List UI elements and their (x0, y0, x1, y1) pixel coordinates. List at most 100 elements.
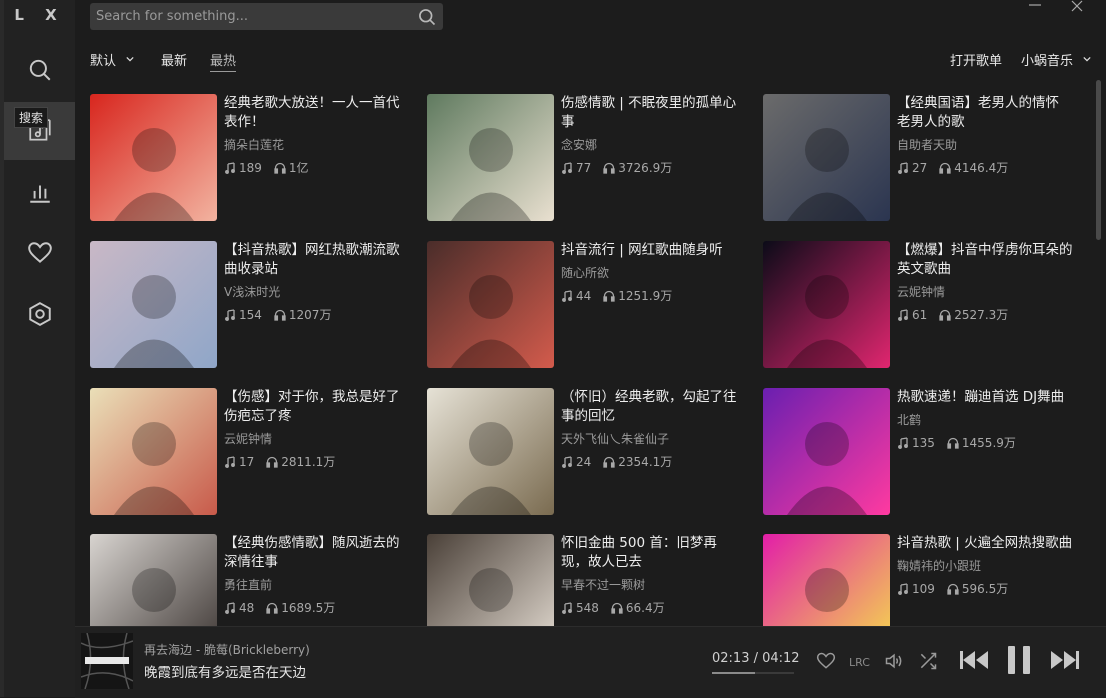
playlist-cover[interactable] (90, 534, 217, 626)
cover-art (787, 422, 867, 515)
sidebar-tooltip: 搜索 (14, 107, 49, 128)
shuffle-icon[interactable] (918, 651, 938, 671)
playlist-title[interactable]: 【经典伤感情歌】随风逝去的深情往事 (224, 534, 400, 572)
headphones-icon (274, 309, 286, 321)
playlist-cover[interactable] (763, 388, 890, 515)
playlist-cover[interactable] (427, 94, 554, 221)
app-logo: L X (14, 6, 65, 24)
headphones-icon (603, 290, 615, 302)
playlist-card[interactable]: 【燃爆】抖音中俘虏你耳朵的英文歌曲 云妮钟情 61 2527.3万 (763, 241, 1080, 368)
minimize-icon[interactable] (1025, 0, 1045, 14)
playlist-cover[interactable] (763, 534, 890, 626)
sidebar-item-favorites[interactable] (4, 224, 75, 282)
playlist-info: 伤感情歌 | 不眠夜里的孤单心事 念安娜 77 3726.9万 (561, 94, 737, 176)
playlist-author: 随心所欲 (561, 266, 610, 280)
heart-icon[interactable] (816, 651, 836, 671)
headphones-icon (266, 602, 278, 614)
playlist-play-count: 3726.9万 (618, 161, 673, 175)
tab-hottest[interactable]: 最热 (210, 50, 237, 72)
previous-icon[interactable] (959, 648, 989, 672)
search-input[interactable] (90, 3, 422, 30)
playlist-cover[interactable] (427, 241, 554, 368)
music-note-icon (898, 308, 908, 321)
music-note-icon (898, 582, 908, 595)
progress-bar[interactable] (712, 672, 794, 674)
playlist-author: 自助者天助 (897, 138, 958, 152)
playlist-title[interactable]: 伤感情歌 | 不眠夜里的孤单心事 (561, 94, 737, 132)
sidebar-item-settings[interactable] (4, 285, 75, 343)
search-icon[interactable] (417, 7, 437, 27)
playlist-cover[interactable] (427, 534, 554, 626)
scrollbar[interactable] (1096, 80, 1101, 240)
open-playlist-button[interactable]: 打开歌单 (950, 50, 1002, 69)
playlist-cover[interactable] (763, 241, 890, 368)
playlist-title[interactable]: 抖音流行 | 网红歌曲随身听 (561, 241, 737, 260)
playlist-song-count: 154 (239, 307, 262, 322)
playlist-info: 抖音热歌 | 火遍全网热搜歌曲 鞠婧祎的小跟班 109 596.5万 (897, 534, 1073, 597)
playlist-title[interactable]: 怀旧金曲 500 首：旧梦再现，故人已去 (561, 534, 737, 572)
playlist-card[interactable]: 抖音流行 | 网红歌曲随身听 随心所欲 44 1251.9万 (427, 241, 747, 368)
pause-icon[interactable] (1006, 645, 1032, 675)
playlist-play-count: 596.5万 (961, 582, 1009, 596)
playlist-card[interactable]: 经典老歌大放送！一人一首代表作！ 摘朵白莲花 189 1亿 (90, 94, 410, 221)
music-note-icon (225, 308, 235, 321)
playlist-cover[interactable] (90, 241, 217, 368)
bar-chart-icon (29, 185, 50, 203)
playlist-cover[interactable] (90, 388, 217, 515)
player-time: 02:13 / 04:12 (712, 651, 800, 666)
playlist-card[interactable]: 【经典伤感情歌】随风逝去的深情往事 勇往直前 48 1689.5万 (90, 534, 410, 626)
source-select[interactable]: 小蜗音乐 (1021, 50, 1091, 69)
playlist-info: 热歌速递！蹦迪首选 DJ舞曲 北鹤 135 1455.9万 (897, 388, 1073, 451)
playlist-card[interactable]: 热歌速递！蹦迪首选 DJ舞曲 北鹤 135 1455.9万 (763, 388, 1080, 515)
playlist-card[interactable]: 【伤感】对于你，我总是好了伤疤忘了疼 云妮钟情 17 2811.1万 (90, 388, 410, 515)
playlist-title[interactable]: 热歌速递！蹦迪首选 DJ舞曲 (897, 388, 1073, 407)
playlist-title[interactable]: 【抖音热歌】网红热歌潮流歌曲收录站 (224, 241, 400, 279)
playlist-stats: 61 2527.3万 (897, 306, 1073, 323)
player-lyric: 晚霞到底有多远是否在天边 (144, 665, 306, 681)
lyric-icon[interactable]: LRC (848, 652, 870, 670)
playlist-cover[interactable] (427, 388, 554, 515)
tab-latest[interactable]: 最新 (161, 50, 187, 69)
playlist-cover[interactable] (90, 94, 217, 221)
next-icon[interactable] (1050, 648, 1080, 672)
playlist-card[interactable]: 【经典国语】老男人的情怀 老男人的歌自助者天助 27 4146.4万 (763, 94, 1080, 221)
playlist-card[interactable]: 伤感情歌 | 不眠夜里的孤单心事 念安娜 77 3726.9万 (427, 94, 747, 221)
playlist-title[interactable]: 【伤感】对于你，我总是好了伤疤忘了疼 (224, 388, 400, 426)
playlist-play-count: 2811.1万 (281, 455, 336, 469)
playlist-title[interactable]: 经典老歌大放送！一人一首代表作！ (224, 94, 400, 132)
player-cover[interactable] (81, 633, 133, 689)
cover-art (114, 128, 194, 221)
playlist-author: 摘朵白莲花 (224, 138, 285, 152)
playlist-stats: 154 1207万 (224, 306, 400, 323)
playlist-author: 勇往直前 (224, 578, 273, 592)
sidebar: L X 搜索 (4, 0, 75, 697)
player-song-name[interactable]: 再去海边 - 脆莓(Brickleberry) (144, 641, 310, 658)
album-art (81, 633, 133, 689)
playlist-stats: 24 2354.1万 (561, 453, 737, 470)
playlist-card[interactable]: 抖音热歌 | 火遍全网热搜歌曲 鞠婧祎的小跟班 109 596.5万 (763, 534, 1080, 626)
playlist-cover[interactable] (763, 94, 890, 221)
sidebar-item-search[interactable] (4, 41, 75, 99)
playlist-info: 怀旧金曲 500 首：旧梦再现，故人已去 早春不过一颗树 548 66.4万 (561, 534, 737, 616)
playlist-card[interactable]: 怀旧金曲 500 首：旧梦再现，故人已去 早春不过一颗树 548 66.4万 (427, 534, 747, 626)
playlist-title[interactable]: 【经典国语】老男人的情怀 老男人的歌 (897, 94, 1073, 132)
playlist-stats: 27 4146.4万 (897, 159, 1073, 176)
volume-icon[interactable] (883, 651, 905, 671)
playlist-song-count: 189 (239, 160, 262, 175)
music-note-icon (562, 161, 572, 174)
playlist-song-count: 77 (576, 160, 592, 175)
sidebar-item-leaderboard[interactable] (4, 163, 75, 221)
playlist-song-count: 61 (912, 307, 928, 322)
close-icon[interactable] (1068, 0, 1088, 14)
playlist-title[interactable]: 抖音热歌 | 火遍全网热搜歌曲 (897, 534, 1073, 553)
tab-default[interactable]: 默认 (90, 50, 134, 69)
playlist-title[interactable]: （怀旧）经典老歌，勾起了往事的回忆 (561, 388, 737, 426)
playlist-title[interactable]: 【燃爆】抖音中俘虏你耳朵的英文歌曲 (897, 241, 1073, 279)
cover-art (451, 422, 531, 515)
playlist-play-count: 2527.3万 (954, 308, 1009, 322)
headphones-icon (939, 162, 951, 174)
playlist-card[interactable]: 【抖音热歌】网红热歌潮流歌曲收录站 V浅沫时光 154 1207万 (90, 241, 410, 368)
playlist-card[interactable]: （怀旧）经典老歌，勾起了往事的回忆 天外飞仙乀朱雀仙子 24 2354.1万 (427, 388, 747, 515)
tab-default-label: 默认 (90, 54, 117, 69)
playlist-play-count: 1亿 (288, 161, 309, 175)
